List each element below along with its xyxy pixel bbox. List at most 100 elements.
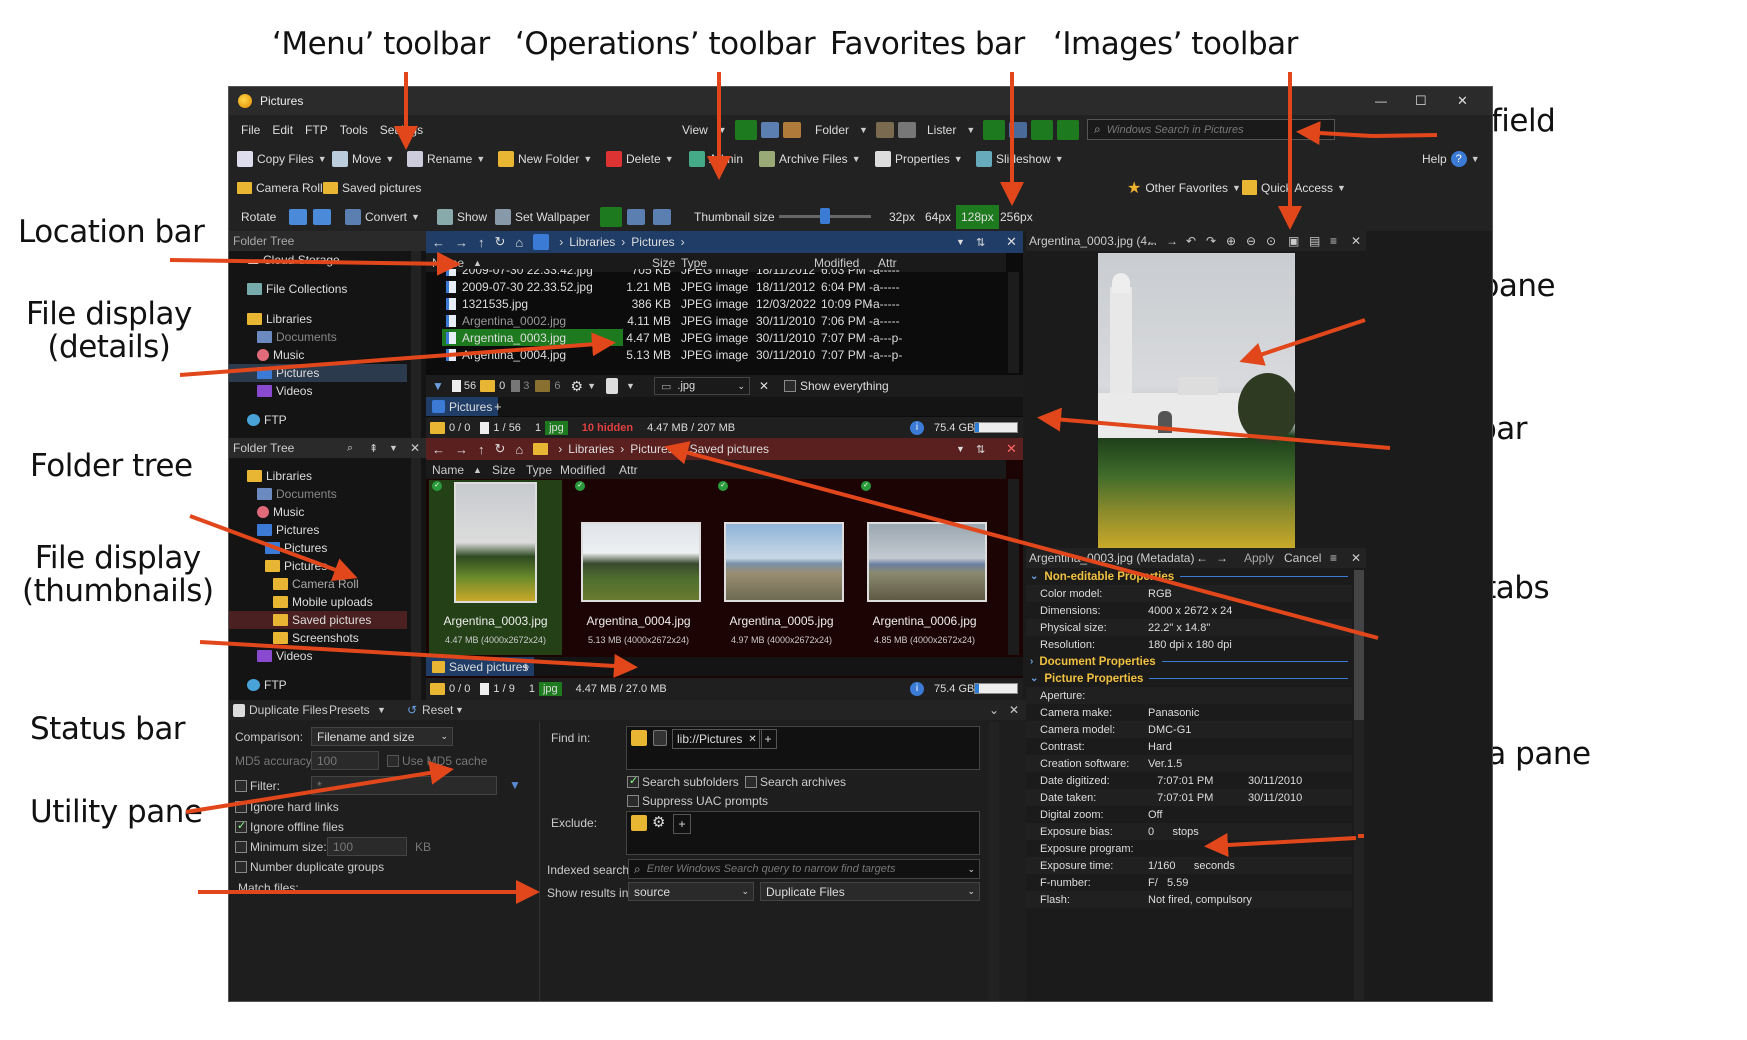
table-row[interactable]: Argentina_0003.jpg 4.47 MB JPEG image 30/11… [426,329,1006,346]
forward-icon[interactable]: → [455,442,468,457]
reset-icon[interactable]: ↺ [407,703,417,717]
rotate-button[interactable]: Rotate [241,210,276,224]
metadata-value[interactable]: 180 dpi x 180 dpi [1148,639,1232,651]
find-in-chip[interactable]: lib://Pictures ✕ [672,729,762,749]
metadata-value[interactable]: 7:07:01 PM [1148,792,1213,804]
menu-icon[interactable]: ≡ [1330,234,1337,248]
collapse-icon[interactable]: ⌄ [989,703,999,717]
rotate-left-icon[interactable]: ↶ [1186,234,1196,248]
chevron-down-icon[interactable]: ▼ [626,381,635,391]
tree-item-music[interactable]: Music [257,348,304,362]
zoom-in-icon[interactable]: ⊕ [1226,234,1236,248]
lister-dual-icon[interactable] [1009,121,1028,138]
tree-item-saved-pictures[interactable]: Saved pictures [273,613,371,627]
lister-viewer-icon[interactable] [1057,119,1080,140]
presets-button[interactable]: Presets [329,703,370,717]
favorite-camera-roll[interactable]: Camera Roll [237,181,323,195]
quick-access-button[interactable]: Quick Access ▼ [1242,180,1346,195]
utility-scrollbar[interactable] [989,722,999,1001]
metadata-value[interactable]: Hard [1148,741,1172,753]
gear-icon[interactable]: ⚙ [652,813,665,831]
status-hidden[interactable]: 10 hidden [582,422,633,434]
thumbnail-image[interactable] [724,522,844,602]
rotate-right-icon[interactable] [313,208,331,225]
home-icon[interactable]: ⌂ [515,442,523,457]
metadata-value[interactable]: Panasonic [1148,707,1199,719]
viewer-window-icon[interactable]: ▤ [1309,234,1320,248]
set-wallpaper-button[interactable]: Set Wallpaper [495,208,590,225]
checked-icon[interactable]: ✓ [718,481,728,491]
checked-icon[interactable]: ✓ [432,481,442,491]
tree-item-pictures-folder[interactable]: Pictures [265,559,327,573]
table-row[interactable]: Argentina_0002.jpg 4.11 MB JPEG image 30/11… [426,312,1006,329]
link-icon[interactable] [653,730,667,746]
rotate-left-icon[interactable] [289,208,307,225]
tree-item-ftp[interactable]: FTP [247,413,287,427]
tree-item-libraries[interactable]: Libraries [247,312,312,326]
checked-icon[interactable]: ✓ [575,481,585,491]
metadata-value[interactable]: 22.2" x 14.8" [1148,622,1210,634]
table-row[interactable]: Argentina_0004.jpg 5.13 MB JPEG image 30/11… [426,346,1006,363]
tree-item-libraries[interactable]: Libraries [247,469,312,483]
delete-button[interactable]: Delete ▼ [606,150,674,167]
close-icon[interactable]: ✕ [1351,234,1361,248]
metadata-section-header[interactable]: ⌄ Non-editable Properties [1026,568,1352,585]
size-256px[interactable]: 256px [1000,210,1033,224]
metadata-value[interactable]: 7:07:01 PM [1148,775,1213,787]
col-type[interactable]: Type [681,256,707,270]
lister-single-icon[interactable] [983,119,1006,140]
next-image-icon[interactable]: → [1166,234,1178,248]
col-size[interactable]: Size [652,256,675,270]
thumbnail-size-slider[interactable] [779,208,871,224]
up-icon[interactable]: ↑ [478,442,485,457]
menu-ftp[interactable]: FTP [299,123,334,137]
close-icon[interactable]: ✕ [1351,551,1361,565]
minimize-button[interactable]: — [1375,94,1387,108]
menu-edit[interactable]: Edit [266,123,299,137]
col-modified[interactable]: Modified [814,256,859,270]
chevron-down-icon[interactable]: ▼ [587,381,596,391]
help-button[interactable]: Help? ▼ [1422,150,1480,167]
archive-files-button[interactable]: Archive Files ▼ [759,150,861,167]
new-folder-button[interactable]: New Folder ▼ [498,150,592,167]
copy-files-button[interactable]: Copy Files ▼ [237,150,327,167]
back-icon[interactable]: ← [432,442,445,457]
clear-filter-icon[interactable]: ✕ [759,379,769,393]
thumb-mode-1-icon[interactable] [600,206,622,227]
folder-format-icon[interactable] [875,121,894,138]
size-128px[interactable]: 128px [956,204,999,229]
metadata-value[interactable]: Not fired, compulsory [1148,894,1252,906]
filter-icon[interactable]: ▼ [432,379,444,393]
metadata-value[interactable]: 30/11/2010 [1248,775,1302,787]
folder-menu[interactable]: Folder [809,123,855,137]
thumbnail-image[interactable] [454,482,537,603]
next-icon[interactable]: → [1216,551,1228,565]
tree-scrollbar[interactable] [411,251,421,438]
search-field[interactable]: ⌕ Windows Search in Pictures [1087,119,1335,140]
rename-button[interactable]: Rename ▼ [407,150,485,167]
cancel-button[interactable]: Cancel [1284,551,1321,565]
slideshow-button[interactable]: Slideshow ▼ [976,150,1064,167]
metadata-value[interactable]: RGB [1148,588,1172,600]
folder-tab-saved-pictures[interactable]: Saved pictures [426,657,535,676]
col-attr[interactable]: Attr [619,463,638,477]
thumb-mode-3-icon[interactable] [653,208,671,225]
thumbnail-image[interactable] [867,522,987,602]
tree-item-mobile-uploads[interactable]: Mobile uploads [273,595,373,609]
size-64px[interactable]: 64px [925,210,951,224]
slider-thumb[interactable] [820,208,830,224]
folder-add-icon[interactable] [631,730,647,746]
view-thumbs-icon[interactable] [782,121,801,138]
tree-item-documents[interactable]: Documents [257,487,337,501]
admin-button[interactable]: Admin [689,150,743,167]
minimum-size-checkbox[interactable] [235,841,247,853]
size-32px[interactable]: 32px [889,210,915,224]
table-row[interactable]: 2009-07-30 22.33.52.jpg 1.21 MB JPEG image… [426,278,1006,295]
metadata-value[interactable]: F/ 5.59 [1148,877,1188,889]
breadcrumb-pictures[interactable]: Pictures [630,442,673,456]
col-attr[interactable]: Attr [878,256,897,270]
add-exclude-button[interactable]: + [673,814,691,834]
menu-tools[interactable]: Tools [334,123,374,137]
add-tab-button[interactable]: + [494,399,502,414]
metadata-value[interactable]: Off [1148,809,1162,821]
